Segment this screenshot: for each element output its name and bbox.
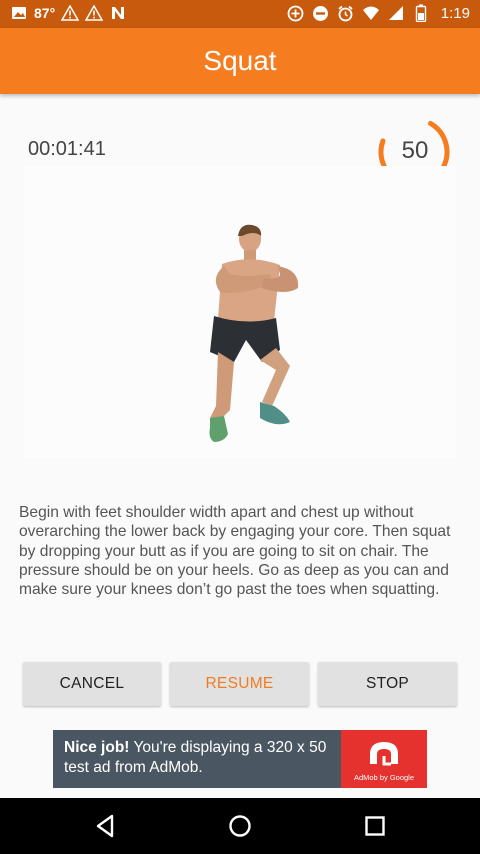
n-icon <box>109 4 127 22</box>
figure-leg-right <box>260 348 290 406</box>
admob-caption: AdMob by Google <box>353 773 415 782</box>
home-icon[interactable] <box>226 812 254 840</box>
figure-leg-left <box>210 352 234 422</box>
page-title: Squat <box>203 45 277 76</box>
app-bar: Squat <box>0 28 480 94</box>
signal-icon <box>387 4 405 22</box>
back-icon[interactable] <box>92 812 120 840</box>
exercise-illustration <box>24 166 456 458</box>
admob-logo: AdMob by Google <box>341 730 427 788</box>
recents-icon[interactable] <box>361 812 389 840</box>
alarm-icon <box>337 4 355 22</box>
countdown-value: 50 <box>401 137 429 164</box>
battery-icon <box>412 4 430 22</box>
ad-headline: Nice job! <box>64 739 130 756</box>
temperature-text: 87° <box>34 5 56 21</box>
figure-neck <box>244 250 256 260</box>
warning-icon <box>61 4 80 22</box>
wifi-icon <box>362 4 380 22</box>
warning-icon <box>85 4 104 22</box>
navigation-bar <box>0 798 480 854</box>
exercise-description: Begin with feet shoulder width apart and… <box>19 504 451 599</box>
elapsed-timer: 00:01:41 <box>28 138 106 160</box>
ad-banner[interactable]: Nice job! You're displaying a 320 x 50 t… <box>53 730 427 788</box>
do-not-disturb-icon <box>312 4 330 22</box>
image-icon <box>10 4 28 22</box>
cancel-button[interactable]: CANCEL <box>23 662 161 706</box>
figure-shoe-right <box>260 402 290 425</box>
clock-text: 1:19 <box>440 4 470 22</box>
ad-text: Nice job! You're displaying a 320 x 50 t… <box>64 738 344 778</box>
status-bar: 87° 1:19 <box>0 0 480 28</box>
resume-button[interactable]: RESUME <box>170 662 309 706</box>
sync-icon <box>287 4 305 22</box>
figure-shoe-left <box>209 416 228 442</box>
stop-button[interactable]: STOP <box>318 662 457 706</box>
